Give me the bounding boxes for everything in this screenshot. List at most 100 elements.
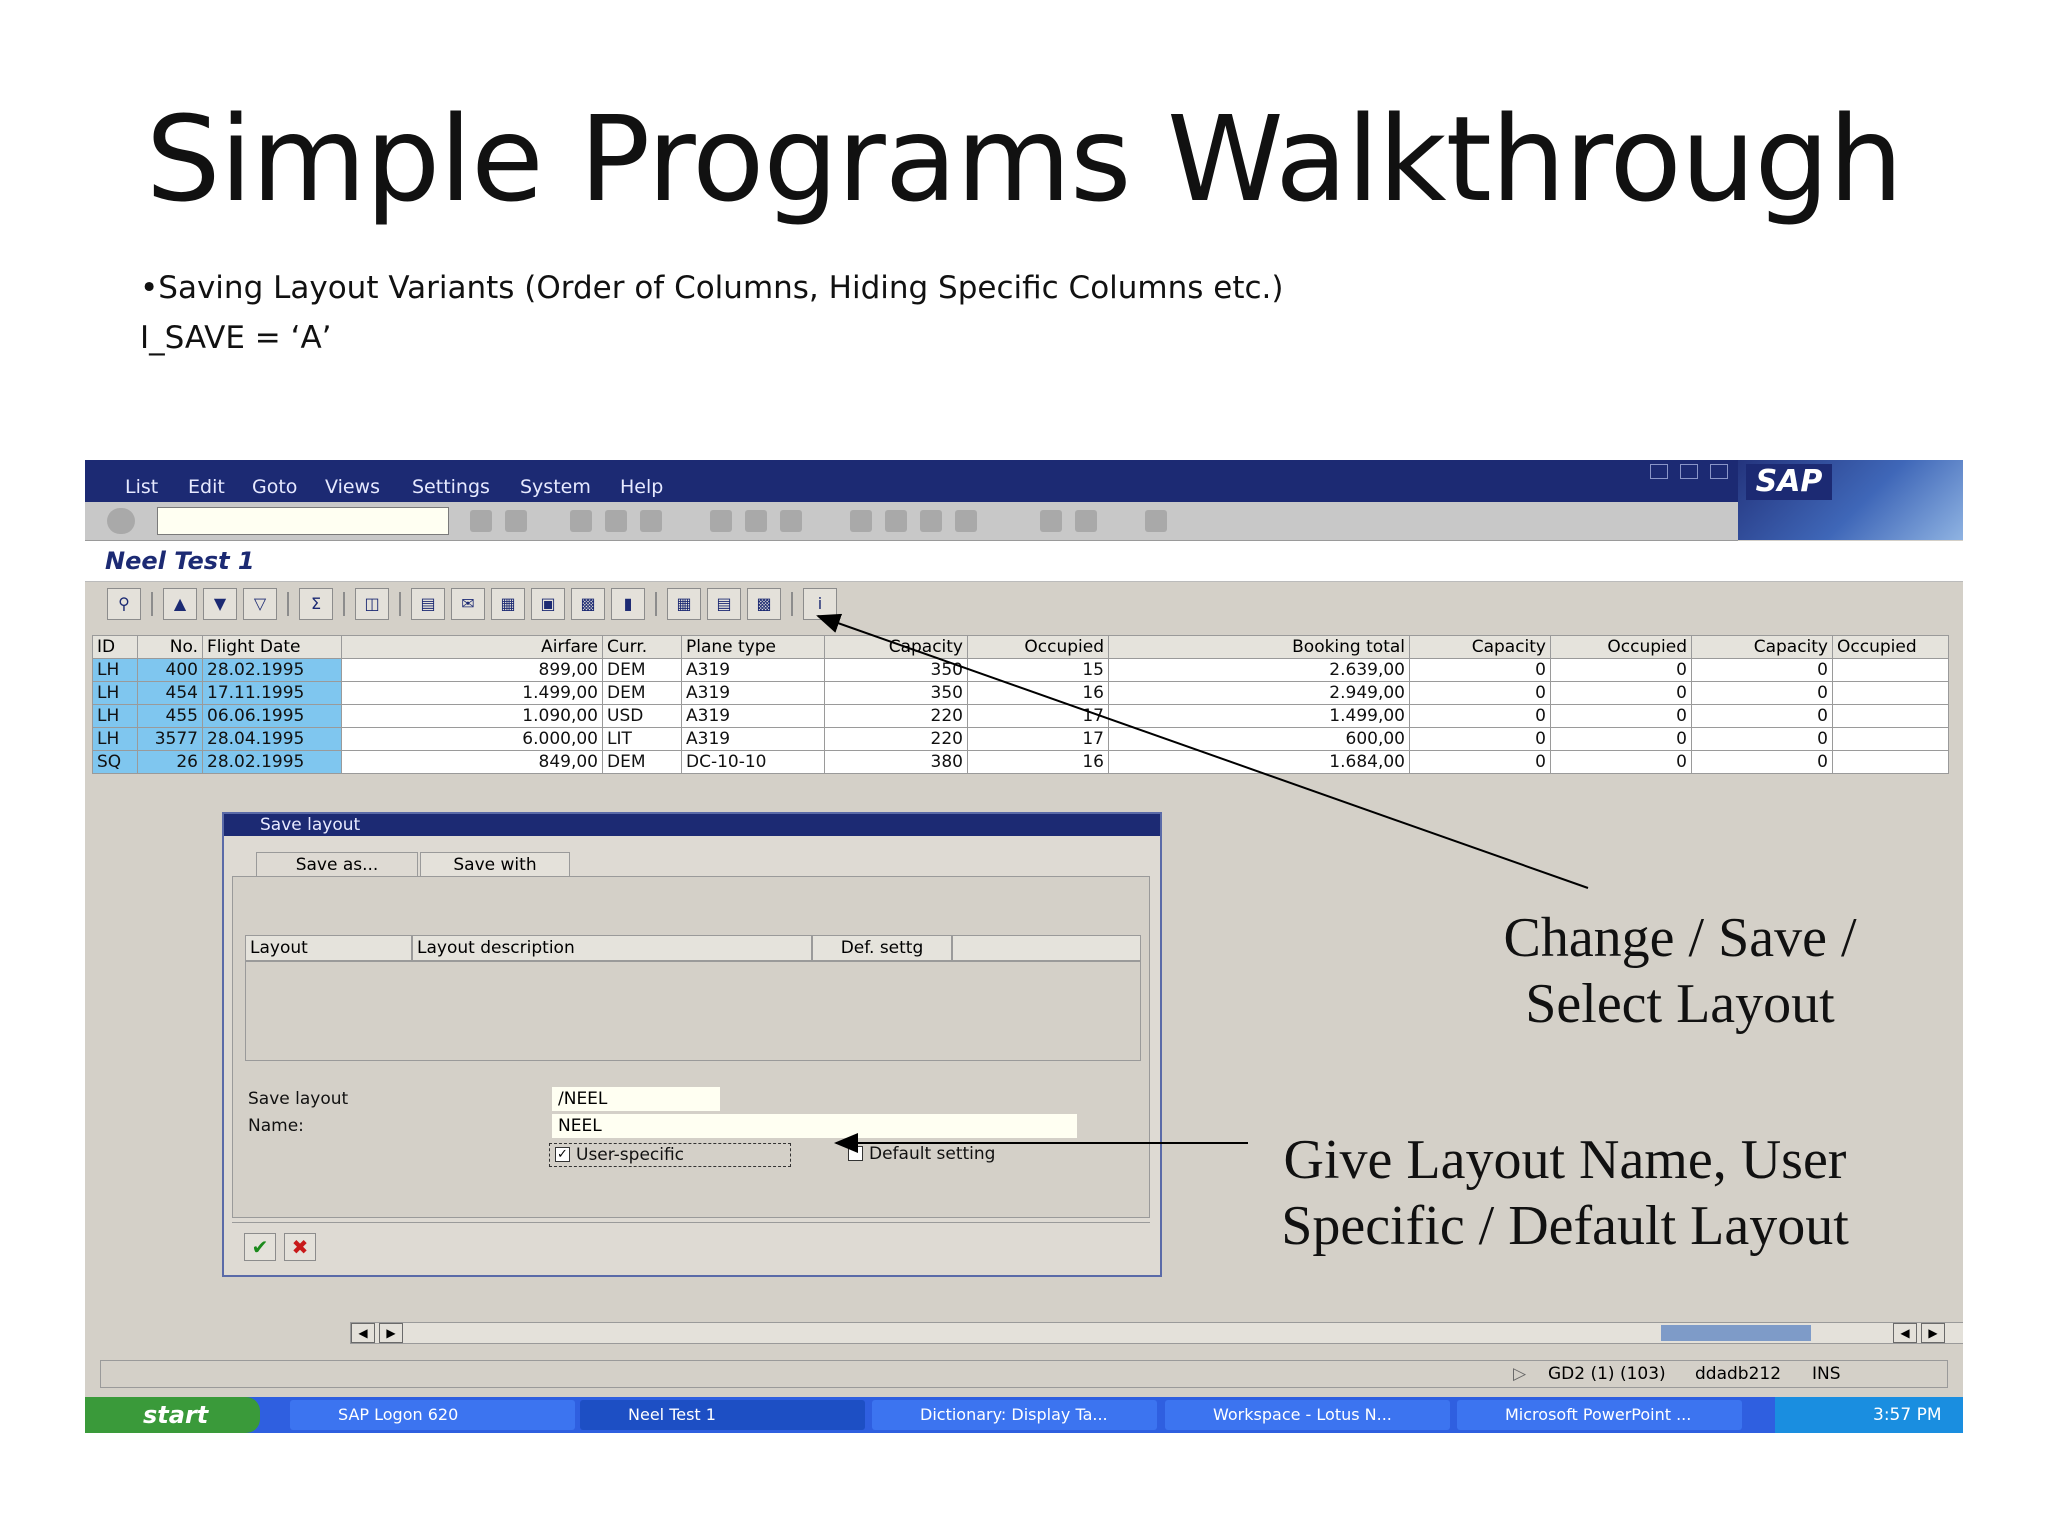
cell-airfare[interactable]: 1.499,00: [341, 681, 603, 705]
command-field[interactable]: [157, 507, 449, 535]
cell-plane-type[interactable]: A319: [681, 681, 825, 705]
col-booking-total[interactable]: Booking total: [1108, 635, 1410, 659]
chart-icon[interactable]: ▮: [611, 588, 645, 620]
previous-page-icon[interactable]: [885, 510, 907, 532]
cell-capacity[interactable]: 350: [824, 681, 968, 705]
cell-occupied-2[interactable]: 0: [1550, 681, 1692, 705]
scroll-right-icon[interactable]: ▶: [379, 1323, 403, 1343]
cell-flight-date[interactable]: 28.04.1995: [202, 727, 342, 751]
cell-occupied[interactable]: 16: [967, 681, 1109, 705]
cell-capacity[interactable]: 350: [824, 658, 968, 682]
scroll-thumb[interactable]: [1661, 1325, 1811, 1341]
cell-curr[interactable]: LIT: [602, 727, 682, 751]
maximize-icon[interactable]: [1680, 464, 1698, 479]
col-no[interactable]: No.: [137, 635, 203, 659]
find-next-icon[interactable]: [780, 510, 802, 532]
cell-airfare[interactable]: 899,00: [341, 658, 603, 682]
cell-capacity-2[interactable]: 0: [1409, 727, 1551, 751]
cell-occupied-3[interactable]: [1832, 727, 1949, 751]
cell-no[interactable]: 454: [137, 681, 203, 705]
cell-occupied-3[interactable]: [1832, 704, 1949, 728]
table-row[interactable]: LH 454 17.11.1995 1.499,00 DEM A319 350 …: [92, 681, 1949, 705]
confirm-icon[interactable]: ✔: [244, 1233, 276, 1261]
cell-airfare[interactable]: 6.000,00: [341, 727, 603, 751]
cell-booking-total[interactable]: 2.949,00: [1108, 681, 1410, 705]
name-input[interactable]: NEEL: [552, 1114, 1077, 1138]
word-processing-icon[interactable]: ▤: [411, 588, 445, 620]
cell-occupied-2[interactable]: 0: [1550, 727, 1692, 751]
cell-capacity-2[interactable]: 0: [1409, 658, 1551, 682]
cell-capacity-3[interactable]: 0: [1691, 658, 1833, 682]
table-row[interactable]: SQ 26 28.02.1995 849,00 DEM DC-10-10 380…: [92, 750, 1949, 774]
cell-id[interactable]: LH: [92, 727, 138, 751]
back-icon[interactable]: [470, 510, 492, 532]
menu-views[interactable]: Views: [325, 476, 380, 498]
menu-settings[interactable]: Settings: [412, 476, 490, 498]
cell-no[interactable]: 3577: [137, 727, 203, 751]
cell-capacity-2[interactable]: 0: [1409, 750, 1551, 774]
cell-curr[interactable]: DEM: [602, 658, 682, 682]
cell-plane-type[interactable]: DC-10-10: [681, 750, 825, 774]
cell-plane-type[interactable]: A319: [681, 727, 825, 751]
cell-capacity-3[interactable]: 0: [1691, 681, 1833, 705]
horizontal-scrollbar[interactable]: ◀ ▶ ◀ ▶: [350, 1322, 1963, 1344]
filter-delete-icon[interactable]: ▽: [243, 588, 277, 620]
cell-booking-total[interactable]: 1.499,00: [1108, 704, 1410, 728]
taskbar-item-neel-test[interactable]: Neel Test 1: [580, 1400, 865, 1430]
save-icon[interactable]: [505, 510, 527, 532]
cell-capacity[interactable]: 380: [824, 750, 968, 774]
scroll-right-icon[interactable]: ▶: [1921, 1323, 1945, 1343]
cell-no[interactable]: 455: [137, 704, 203, 728]
scroll-left-icon[interactable]: ◀: [351, 1323, 375, 1343]
green-arrow-icon[interactable]: [570, 510, 592, 532]
cell-curr[interactable]: USD: [602, 704, 682, 728]
cell-no[interactable]: 26: [137, 750, 203, 774]
last-page-icon[interactable]: [955, 510, 977, 532]
spreadsheet-icon[interactable]: ▦: [491, 588, 525, 620]
print-icon[interactable]: [710, 510, 732, 532]
find-icon[interactable]: [745, 510, 767, 532]
tab-save-as[interactable]: Save as...: [256, 852, 418, 877]
taskbar-item-sap-logon[interactable]: SAP Logon 620: [290, 1400, 575, 1430]
sort-ascending-icon[interactable]: ▲: [163, 588, 197, 620]
cell-id[interactable]: LH: [92, 681, 138, 705]
cell-flight-date[interactable]: 17.11.1995: [202, 681, 342, 705]
mail-icon[interactable]: ✉: [451, 588, 485, 620]
cell-occupied[interactable]: 17: [967, 727, 1109, 751]
cell-no[interactable]: 400: [137, 658, 203, 682]
cell-airfare[interactable]: 1.090,00: [341, 704, 603, 728]
cell-id[interactable]: LH: [92, 658, 138, 682]
cell-curr[interactable]: DEM: [602, 681, 682, 705]
cell-capacity[interactable]: 220: [824, 704, 968, 728]
cell-occupied-3[interactable]: [1832, 681, 1949, 705]
new-session-icon[interactable]: [1040, 510, 1062, 532]
cell-capacity[interactable]: 220: [824, 727, 968, 751]
first-page-icon[interactable]: [850, 510, 872, 532]
details-icon[interactable]: ⚲: [107, 588, 141, 620]
col-plane-type[interactable]: Plane type: [681, 635, 825, 659]
filter-icon[interactable]: ▼: [203, 588, 237, 620]
layout-list[interactable]: [245, 961, 1141, 1061]
table-row[interactable]: LH 455 06.06.1995 1.090,00 USD A319 220 …: [92, 704, 1949, 728]
save-layout-input[interactable]: /NEEL: [552, 1087, 720, 1111]
next-page-icon[interactable]: [920, 510, 942, 532]
cell-occupied[interactable]: 15: [967, 658, 1109, 682]
user-specific-checkbox[interactable]: ✓ User-specific: [549, 1143, 791, 1167]
col-capacity-2[interactable]: Capacity: [1409, 635, 1551, 659]
cancel-icon[interactable]: ✖: [284, 1233, 316, 1261]
start-button[interactable]: start: [85, 1397, 260, 1433]
taskbar-item-lotus[interactable]: Workspace - Lotus N...: [1165, 1400, 1450, 1430]
col-occupied[interactable]: Occupied: [967, 635, 1109, 659]
shortcut-icon[interactable]: [1075, 510, 1097, 532]
exit-icon[interactable]: [605, 510, 627, 532]
cell-booking-total[interactable]: 1.684,00: [1108, 750, 1410, 774]
cell-occupied-2[interactable]: 0: [1550, 750, 1692, 774]
tab-save-with[interactable]: Save with: [420, 852, 570, 877]
help-icon[interactable]: [1145, 510, 1167, 532]
menu-system[interactable]: System: [520, 476, 591, 498]
cell-booking-total[interactable]: 2.639,00: [1108, 658, 1410, 682]
col-occupied-3[interactable]: Occupied: [1832, 635, 1949, 659]
cell-occupied-2[interactable]: 0: [1550, 658, 1692, 682]
change-layout-icon[interactable]: ▦: [667, 588, 701, 620]
menu-help[interactable]: Help: [620, 476, 663, 498]
